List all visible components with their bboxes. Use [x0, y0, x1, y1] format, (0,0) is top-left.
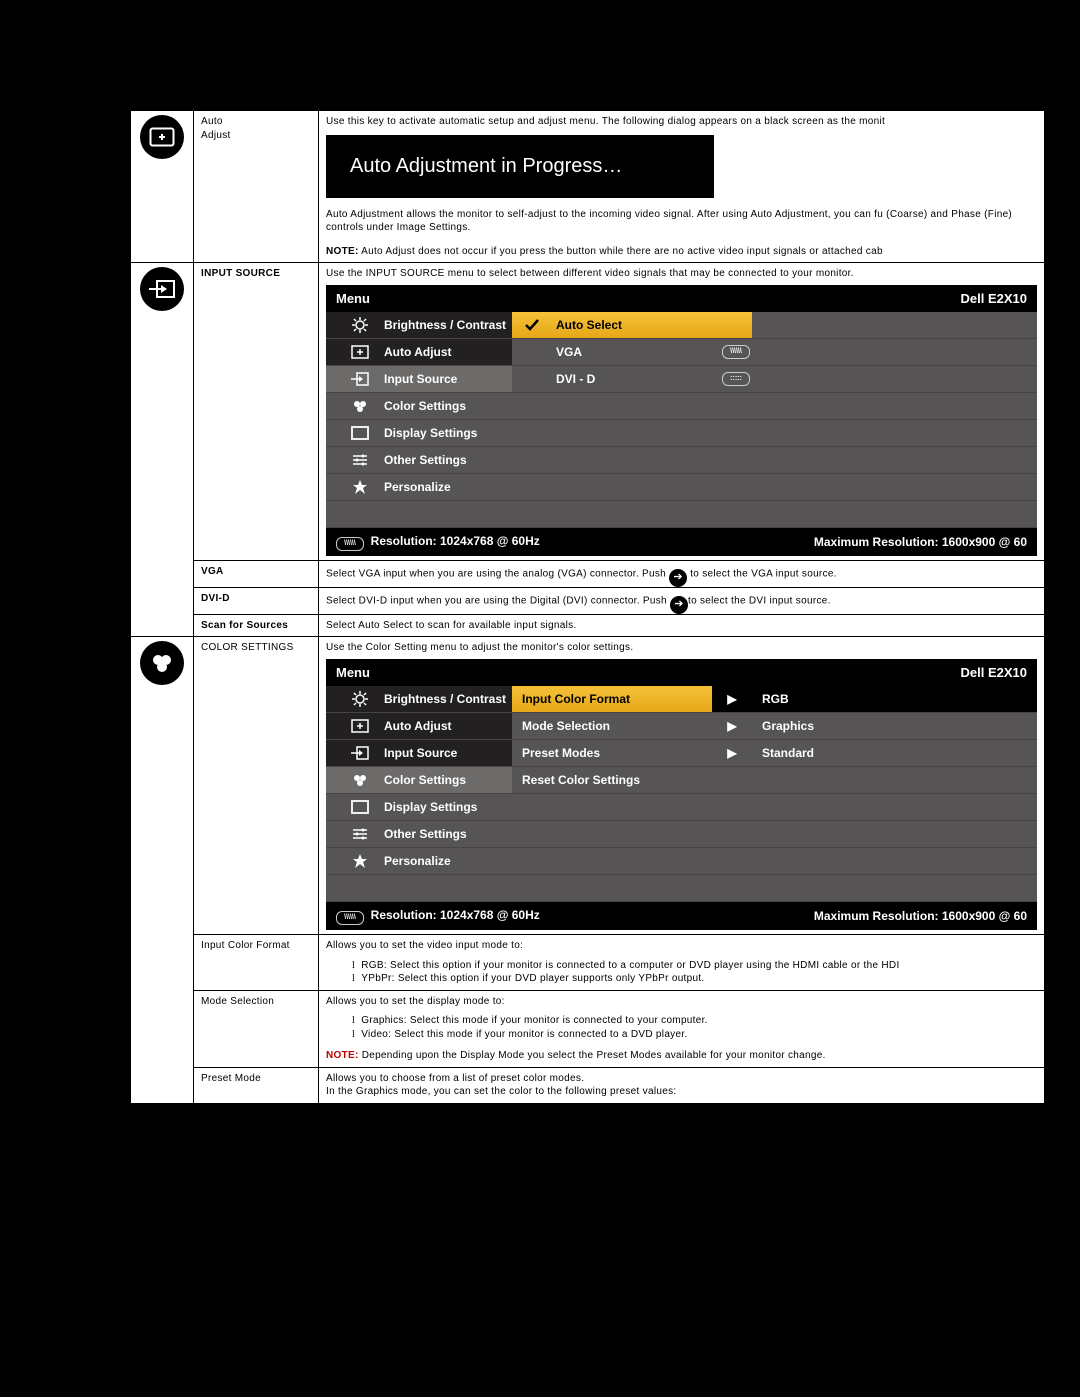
osd-right-vga[interactable]: VGA: [512, 339, 712, 366]
osd-model-label: Dell E2X10: [961, 664, 1028, 682]
osd-left-auto-adjust[interactable]: Auto Adjust: [326, 339, 512, 366]
connector-icon: \\\\\\: [336, 537, 364, 551]
mode-sel-desc: Allows you to set the display mode to: l…: [319, 990, 1045, 1067]
vga-desc: Select VGA input when you are using the …: [319, 560, 1045, 587]
auto-adjust-small-icon: [350, 718, 370, 734]
osd-left-personalize[interactable]: Personalize: [326, 848, 512, 875]
other-small-icon: [350, 452, 370, 468]
color-small-icon: [350, 398, 370, 414]
osd-vga-connector-icon: \\\\\\: [712, 339, 752, 366]
osd-color-settings: Menu Dell E2X10 Brightness / Contrast Au…: [326, 659, 1037, 930]
scan-label: Scan for Sources: [194, 614, 319, 637]
input-source-desc: Use the INPUT SOURCE menu to select betw…: [319, 263, 1045, 561]
auto-adjust-icon: [140, 115, 184, 159]
osd-model-label: Dell E2X10: [961, 290, 1028, 308]
osd-left-personalize[interactable]: Personalize: [326, 474, 512, 501]
mode-sel-note: NOTE: Depending upon the Display Mode yo…: [326, 1049, 1037, 1063]
auto-adjust-note: NOTE: Auto Adjust does not occur if you …: [326, 245, 1037, 259]
display-small-icon: [350, 425, 370, 441]
osd-left-brightness[interactable]: Brightness / Contrast: [326, 312, 512, 339]
list-item: l Graphics: Select this mode if your mon…: [352, 1014, 1037, 1028]
dvid-label: DVI-D: [194, 587, 319, 614]
list-item: l Video: Select this mode if your monito…: [352, 1028, 1037, 1042]
auto-adjust-label: AutoAdjust: [194, 111, 319, 263]
color-settings-icon-cell: [131, 637, 194, 1103]
osd-right-mode-value: Graphics: [752, 713, 1037, 740]
input-small-icon: [350, 745, 370, 761]
osd-left-color-settings[interactable]: Color Settings: [326, 767, 512, 794]
input-source-icon: [140, 267, 184, 311]
color-settings-label: COLOR SETTINGS: [194, 637, 319, 935]
osd-menu-label: Menu: [336, 290, 370, 308]
osd-max-resolution: Maximum Resolution: 1600x900 @ 60: [814, 534, 1027, 550]
input-source-icon-cell: [131, 263, 194, 637]
osd-right-icf[interactable]: Input Color Format: [512, 686, 712, 713]
star-icon: [350, 853, 370, 869]
arrow-button-icon: ➔: [670, 596, 688, 614]
brightness-icon: [350, 691, 370, 707]
display-small-icon: [350, 799, 370, 815]
list-item: l YPbPr: Select this option if your DVD …: [352, 972, 1037, 986]
color-settings-icon: [140, 641, 184, 685]
auto-adjust-small-icon: [350, 344, 370, 360]
arrow-right-icon: ▶: [712, 713, 752, 740]
osd-left-color-settings[interactable]: Color Settings: [326, 393, 512, 420]
osd-right-reset[interactable]: Reset Color Settings: [512, 767, 712, 794]
osd-left-display-settings[interactable]: Display Settings: [326, 794, 512, 821]
dvid-desc: Select DVI-D input when you are using th…: [319, 587, 1045, 614]
auto-adjust-banner: Auto Adjustment in Progress…: [326, 135, 714, 198]
arrow-right-icon: ▶: [712, 740, 752, 767]
osd-left-display-settings[interactable]: Display Settings: [326, 420, 512, 447]
check-icon: [522, 317, 542, 333]
auto-adjust-icon-cell: [131, 111, 194, 263]
other-small-icon: [350, 826, 370, 842]
osd-right-icf-value: RGB: [752, 686, 1037, 713]
osd-resolution: Resolution: 1024x768 @ 60Hz: [371, 908, 540, 922]
osd-right-preset-value: Standard: [752, 740, 1037, 767]
osd-right-auto-select[interactable]: Auto Select: [512, 312, 712, 339]
osd-left-auto-adjust[interactable]: Auto Adjust: [326, 713, 512, 740]
input-source-label: INPUT SOURCE: [194, 263, 319, 561]
brightness-icon: [350, 317, 370, 333]
list-item: l RGB: Select this option if your monito…: [352, 959, 1037, 973]
auto-adjust-desc: Use this key to activate automatic setup…: [319, 111, 1045, 263]
osd-right-mode[interactable]: Mode Selection: [512, 713, 712, 740]
vga-label: VGA: [194, 560, 319, 587]
input-small-icon: [350, 371, 370, 387]
icf-desc: Allows you to set the video input mode t…: [319, 935, 1045, 991]
osd-dvi-connector-icon: :::::: [712, 366, 752, 393]
preset-mode-label: Preset Mode: [194, 1067, 319, 1103]
osd-max-resolution: Maximum Resolution: 1600x900 @ 60: [814, 908, 1027, 924]
scan-desc: Select Auto Select to scan for available…: [319, 614, 1045, 637]
arrow-right-icon: ▶: [712, 686, 752, 713]
auto-adjust-intro-text: Use this key to activate automatic setup…: [326, 115, 1037, 129]
osd-right-preset[interactable]: Preset Modes: [512, 740, 712, 767]
preset-mode-desc: Allows you to choose from a list of pres…: [319, 1067, 1045, 1103]
star-icon: [350, 479, 370, 495]
color-small-icon: [350, 772, 370, 788]
osd-input-source: Menu Dell E2X10 Brightness / Contrast Au…: [326, 285, 1037, 556]
osd-left-other-settings[interactable]: Other Settings: [326, 447, 512, 474]
osd-left-input-source[interactable]: Input Source: [326, 366, 512, 393]
auto-adjust-detail-text: Auto Adjustment allows the monitor to se…: [326, 208, 1037, 235]
arrow-button-icon: ➔: [669, 569, 687, 587]
osd-left-input-source[interactable]: Input Source: [326, 740, 512, 767]
mode-sel-label: Mode Selection: [194, 990, 319, 1067]
osd-left-other-settings[interactable]: Other Settings: [326, 821, 512, 848]
osd-menu-label: Menu: [336, 664, 370, 682]
osd-left-brightness[interactable]: Brightness / Contrast: [326, 686, 512, 713]
color-settings-desc: Use the Color Setting menu to adjust the…: [319, 637, 1045, 935]
icf-label: Input Color Format: [194, 935, 319, 991]
connector-icon: \\\\\\: [336, 911, 364, 925]
osd-right-dvid[interactable]: DVI - D: [512, 366, 712, 393]
osd-resolution: Resolution: 1024x768 @ 60Hz: [371, 534, 540, 548]
